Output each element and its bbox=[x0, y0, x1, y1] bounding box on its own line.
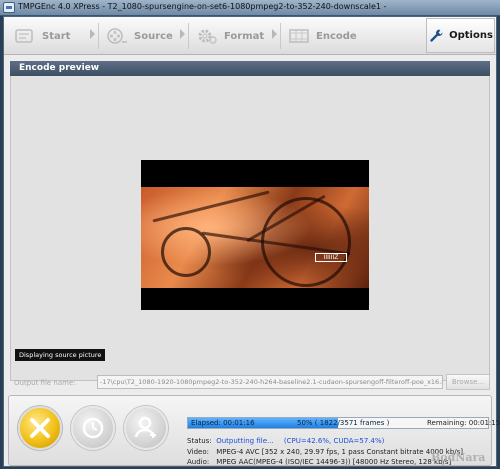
toolbar-divider bbox=[98, 23, 99, 49]
main-window: Start Source Format Encode Options Encod… bbox=[3, 16, 500, 467]
format-label: Format bbox=[224, 30, 265, 42]
encode-status-panel: Elapsed: 00:01:16 50% ( 1822/3571 frames… bbox=[8, 395, 500, 466]
audio-key: Audio: bbox=[187, 458, 210, 466]
window-title: TMPGEnc 4.0 XPress - T2_1080-spursengine… bbox=[18, 2, 387, 11]
schedule-button[interactable] bbox=[71, 406, 115, 450]
video-info-row: Video: MPEG-4 AVC [352 x 240, 29.97 fps,… bbox=[187, 448, 463, 456]
app-icon bbox=[3, 2, 15, 13]
user-icon bbox=[134, 416, 156, 438]
audio-info-row: Audio: MPEG AAC(MPEG-4 (ISO/IEC 14496-3)… bbox=[187, 458, 451, 466]
film-reel-icon bbox=[106, 27, 128, 45]
remaining-time: Remaining: 00:01:15 bbox=[427, 419, 500, 427]
workflow-toolbar: Start Source Format Encode Options bbox=[4, 17, 496, 55]
start-button[interactable]: Start bbox=[14, 22, 70, 50]
status-value: Outputting file... bbox=[216, 437, 274, 445]
source-label: Source bbox=[134, 30, 173, 42]
preview-area: IIIIIIZ Displaying source picture bbox=[10, 76, 490, 381]
video-key: Video: bbox=[187, 448, 209, 456]
wrench-icon bbox=[430, 29, 443, 42]
cancel-encode-button[interactable] bbox=[18, 406, 62, 450]
options-button[interactable]: Options bbox=[426, 18, 495, 53]
options-label: Options bbox=[449, 30, 493, 41]
close-icon bbox=[30, 418, 50, 438]
status-extra: (CPU=42.6%, CUDA=57.4%) bbox=[283, 437, 385, 445]
encode-label: Encode bbox=[316, 30, 357, 42]
status-row: Status: Outputting file... (CPU=42.6%, C… bbox=[187, 437, 384, 445]
output-file-label: Output file name: bbox=[14, 379, 76, 387]
step-arrow-icon bbox=[272, 29, 277, 39]
preview-status-text: Displaying source picture bbox=[15, 349, 106, 361]
step-arrow-icon bbox=[90, 29, 95, 39]
brand-watermark: BodNara bbox=[431, 451, 486, 464]
video-frame-image bbox=[141, 187, 369, 288]
audio-value: MPEG AAC(MPEG-4 (ISO/IEC 14496-3)) [4800… bbox=[216, 458, 452, 466]
progress-percent: 50% ( 1822/3571 frames ) bbox=[297, 419, 390, 427]
video-watermark: IIIIIIZ bbox=[315, 253, 347, 262]
start-icon bbox=[14, 27, 36, 45]
elapsed-time: Elapsed: 00:01:16 bbox=[191, 419, 255, 427]
preview-header: Encode preview bbox=[10, 61, 490, 76]
film-strip-icon bbox=[288, 27, 310, 45]
toolbar-divider bbox=[280, 23, 281, 49]
title-bar: TMPGEnc 4.0 XPress - T2_1080-spursengine… bbox=[0, 0, 500, 16]
user-batch-button[interactable] bbox=[124, 406, 168, 450]
browse-button[interactable]: Browse... bbox=[446, 374, 490, 390]
toolbar-divider bbox=[188, 23, 189, 49]
source-button[interactable]: Source bbox=[106, 22, 173, 50]
gear-icon bbox=[196, 27, 218, 45]
video-value: MPEG-4 AVC [352 x 240, 29.97 fps, 1 pass… bbox=[216, 448, 464, 456]
video-preview: IIIIIIZ bbox=[141, 160, 369, 310]
output-file-field[interactable]: -17\cpu\T2_1080-1920-1080pmpeg2-to-352-2… bbox=[97, 375, 443, 389]
status-key: Status: bbox=[187, 437, 212, 445]
format-button[interactable]: Format bbox=[196, 22, 264, 50]
encode-button[interactable]: Encode bbox=[288, 22, 357, 50]
step-arrow-icon bbox=[180, 29, 185, 39]
start-label: Start bbox=[42, 30, 71, 42]
clock-icon bbox=[82, 417, 104, 439]
